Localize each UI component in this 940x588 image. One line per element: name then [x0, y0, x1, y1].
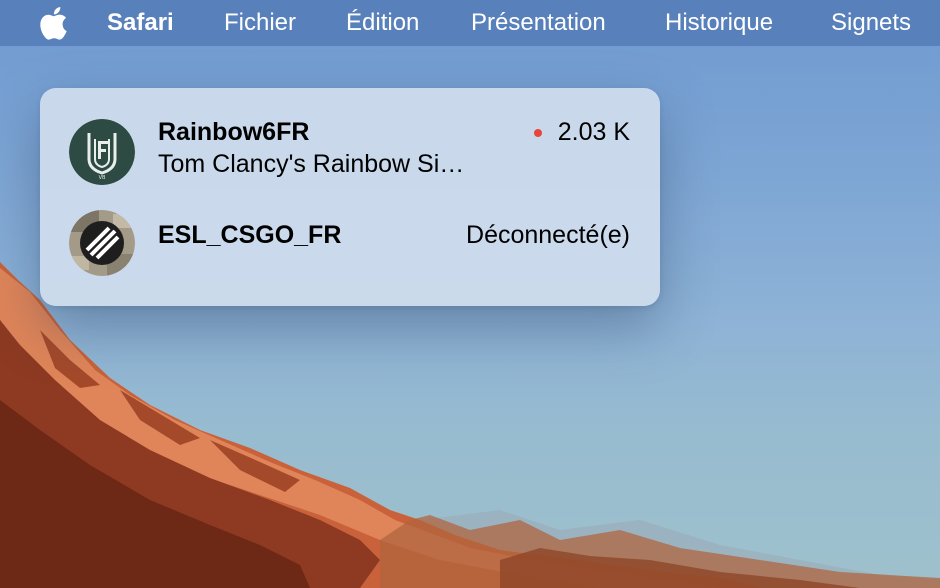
esl-logo-icon: [69, 210, 135, 276]
menu-bar: Safari Fichier Édition Présentation Hist…: [0, 0, 940, 46]
channel-status: Déconnecté(e): [466, 221, 630, 249]
live-indicator-icon: [533, 128, 542, 137]
channel-viewer-count: 2.03 K: [533, 118, 630, 147]
channel-avatar: [69, 210, 135, 276]
menu-fichier[interactable]: Fichier: [224, 0, 296, 46]
channel-row-esl-csgo-fr[interactable]: ESL_CSGO_FR Déconnecté(e): [40, 198, 660, 298]
apple-icon[interactable]: [38, 6, 68, 40]
channel-game-title: Tom Clancy's Rainbow Si…: [158, 150, 465, 178]
followed-channels-panel: VB Rainbow6FR Tom Clancy's Rainbow Si… 2…: [40, 88, 660, 306]
menu-presentation[interactable]: Présentation: [471, 0, 606, 46]
svg-text:VB: VB: [99, 175, 106, 181]
channel-name: ESL_CSGO_FR: [158, 221, 342, 249]
menu-edition[interactable]: Édition: [346, 0, 419, 46]
viewer-count-value: 2.03 K: [557, 118, 630, 146]
channel-avatar: VB: [69, 119, 135, 185]
channel-name: Rainbow6FR: [158, 118, 310, 146]
channel-row-rainbow6fr[interactable]: VB Rainbow6FR Tom Clancy's Rainbow Si… 2…: [40, 98, 660, 198]
menu-signets[interactable]: Signets: [831, 0, 911, 46]
rainbow-six-logo-icon: VB: [69, 119, 135, 185]
menu-app-safari[interactable]: Safari: [107, 0, 174, 46]
menu-historique[interactable]: Historique: [665, 0, 773, 46]
